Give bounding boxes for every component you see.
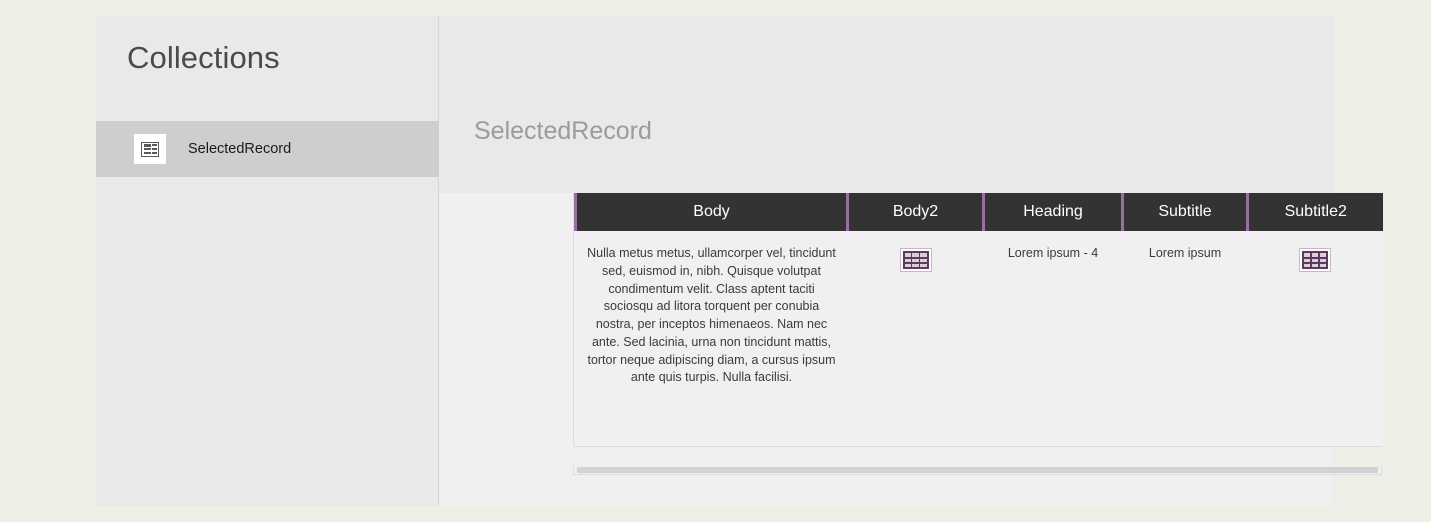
horizontal-scrollbar[interactable] [573,465,1382,475]
sidebar-title: Collections [127,40,280,75]
records-table: Body Body2 Heading Subtitle Subtitle2 Nu… [574,193,1383,446]
sidebar-item-selectedrecord[interactable]: SelectedRecord [96,121,439,177]
main-panel: SelectedRecord Body Body2 Heading Subtit… [440,16,1383,506]
cell-body: Nulla metus metus, ullamcorper vel, tinc… [575,231,848,446]
table-body: Nulla metus metus, ullamcorper vel, tinc… [575,231,1383,446]
main-header: SelectedRecord [440,16,1333,193]
table-header-row: Body Body2 Heading Subtitle Subtitle2 [574,193,1383,231]
cell-subtitle: Lorem ipsum [1122,231,1248,446]
column-header-body2[interactable]: Body2 [846,193,984,231]
cell-body2 [847,231,984,446]
table-row[interactable]: Nulla metus metus, ullamcorper vel, tinc… [575,231,1383,446]
cell-heading: Lorem ipsum - 4 [983,231,1123,446]
table-container: Body Body2 Heading Subtitle Subtitle2 Nu… [573,193,1383,447]
column-header-subtitle2[interactable]: Subtitle2 [1246,193,1383,231]
page-title: SelectedRecord [474,117,652,145]
scrollbar-thumb[interactable] [577,466,1378,473]
column-header-body[interactable]: Body [574,193,848,231]
app-window: Collections SelectedRecord SelectedRecor… [96,16,1383,506]
record-icon [134,134,166,164]
sidebar: Collections SelectedRecord [96,16,439,506]
column-header-subtitle[interactable]: Subtitle [1121,193,1248,231]
sidebar-item-label: SelectedRecord [188,141,292,157]
table-header: Body Body2 Heading Subtitle Subtitle2 [574,193,1383,231]
column-header-heading[interactable]: Heading [982,193,1123,231]
cell-subtitle2 [1247,231,1383,446]
table-icon[interactable] [1299,248,1331,273]
table-icon[interactable] [899,248,932,273]
